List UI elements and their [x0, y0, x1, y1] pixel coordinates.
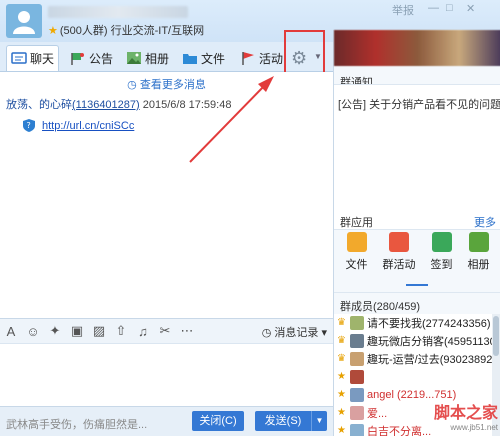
group-banner-blurred: [334, 30, 500, 66]
avatar: [350, 406, 364, 420]
clock-icon: ◷: [127, 79, 137, 91]
ad-text[interactable]: 武林高手受伤，伤痛胆然是...: [6, 416, 147, 432]
app-checkin[interactable]: 签到: [431, 232, 453, 284]
member-item[interactable]: ♛ 请不要找我(2774243356): [334, 314, 493, 332]
admin-icon: ♛: [337, 353, 346, 364]
avatar: [350, 316, 364, 330]
group-avatar[interactable]: [6, 4, 42, 38]
folder-icon: [183, 54, 197, 64]
star-icon: ★: [337, 389, 346, 400]
star-icon: ★: [337, 407, 346, 418]
tab-files-label: 文件: [201, 51, 226, 66]
tab-announcement-label: 公告: [89, 51, 114, 66]
app-files[interactable]: 文件: [346, 232, 368, 284]
avatar: [350, 388, 364, 402]
message-history-button[interactable]: ◷ 消息记录 ▾: [262, 324, 327, 340]
more-icon[interactable]: ⋯: [176, 323, 198, 339]
message-input[interactable]: [0, 344, 333, 406]
chat-footer: 武林高手受伤，伤痛胆然是... 关闭(C) 发送(S) ▼: [0, 406, 333, 436]
apps-title: 群应用: [340, 217, 373, 229]
send-options-icon[interactable]: ▼: [311, 411, 327, 431]
group-subtitle: ★ (500人群) 行业交流-IT/互联网: [48, 25, 205, 37]
app-group-activity[interactable]: 群活动: [383, 232, 416, 284]
emoji-icon[interactable]: ☺: [22, 324, 44, 339]
avatar: [350, 334, 364, 348]
image-icon[interactable]: ▨: [88, 323, 110, 339]
apps-more-link[interactable]: 更多: [474, 214, 496, 230]
apps-page-indicator: [406, 284, 428, 286]
red-flag-icon: [242, 52, 254, 65]
tab-album-label: 相册: [145, 51, 170, 66]
app-album[interactable]: 相册: [468, 232, 490, 284]
apps-grid: 文件 群活动 签到 相册: [334, 232, 500, 284]
star-icon: ★: [337, 371, 346, 382]
photo-icon: [127, 52, 141, 64]
annotation-arrow: [189, 76, 274, 163]
minimize-icon[interactable]: —: [428, 2, 439, 14]
shield-icon: ?: [23, 119, 35, 132]
checkin-icon: [431, 232, 452, 252]
window-shake-icon[interactable]: ▣: [66, 323, 88, 339]
member-item[interactable]: ♛ 趣玩-运营/过去(930238922): [334, 350, 493, 368]
flag-icon: [71, 53, 84, 65]
tab-files[interactable]: 文件: [178, 45, 229, 71]
svg-text:?: ?: [27, 121, 31, 130]
scrollbar-thumb[interactable]: [493, 316, 499, 356]
send-button[interactable]: 发送(S) ▼: [255, 411, 327, 431]
tab-activity-label: 活动: [259, 51, 284, 66]
sender-name[interactable]: 放荡、的心碎: [6, 99, 72, 111]
right-panel: 群通知 [公告] 关于分销产品看不见的问题 群应用 更多 文件 群活动 签到 相…: [333, 30, 500, 436]
avatar: [350, 370, 364, 384]
star-icon: ★: [48, 25, 58, 37]
message-link[interactable]: http://url.cn/cniSCc: [42, 120, 134, 132]
avatar: [350, 352, 364, 366]
admin-icon: ♛: [337, 317, 346, 328]
upload-icon[interactable]: ⇧: [110, 323, 132, 339]
tab-chat-label: 聊天: [30, 52, 55, 66]
admin-icon: ♛: [337, 335, 346, 346]
maximize-icon[interactable]: □: [446, 2, 453, 14]
music-icon[interactable]: ♫: [132, 324, 154, 339]
notice-text[interactable]: [公告] 关于分销产品看不见的问题: [338, 96, 500, 112]
message-body: ? http://url.cn/cniSCc: [22, 118, 134, 133]
close-window-icon[interactable]: ✕: [466, 2, 475, 15]
magic-icon[interactable]: ✦: [44, 323, 66, 339]
members-title: 群成员(280/459): [340, 301, 421, 313]
tab-activity[interactable]: 活动: [236, 45, 287, 71]
member-item[interactable]: ★: [334, 368, 493, 386]
activity-icon: [389, 232, 409, 252]
chat-messages: ◷ 查看更多消息 放荡、的心碎(1136401287) 2015/6/8 17:…: [0, 72, 333, 318]
folder-icon: [346, 232, 367, 252]
close-button[interactable]: 关闭(C): [192, 411, 244, 431]
photo-icon: [468, 232, 489, 252]
star-icon: ★: [337, 425, 346, 436]
report-link[interactable]: 举报: [392, 2, 414, 18]
screenshot-icon[interactable]: ✂: [154, 323, 176, 339]
font-icon[interactable]: A: [0, 324, 22, 339]
member-item[interactable]: ♛ 趣玩微店分销客(459511301): [334, 332, 493, 350]
tab-announcement[interactable]: 公告: [66, 45, 117, 71]
input-toolbar: A ☺ ✦ ▣ ▨ ⇧ ♫ ✂ ⋯ ◷ 消息记录 ▾: [0, 318, 333, 344]
group-name-blurred: [48, 6, 188, 18]
watermark: 脚本之家 www.jb51.net: [433, 405, 498, 432]
tab-album[interactable]: 相册: [122, 45, 173, 71]
tab-chat[interactable]: 聊天: [6, 45, 60, 71]
avatar: [350, 424, 364, 436]
sender-qq[interactable]: (1136401287): [72, 99, 140, 111]
chat-icon: [11, 51, 27, 64]
user-icon: [13, 11, 35, 34]
more-messages-link[interactable]: ◷ 查看更多消息: [0, 76, 333, 92]
